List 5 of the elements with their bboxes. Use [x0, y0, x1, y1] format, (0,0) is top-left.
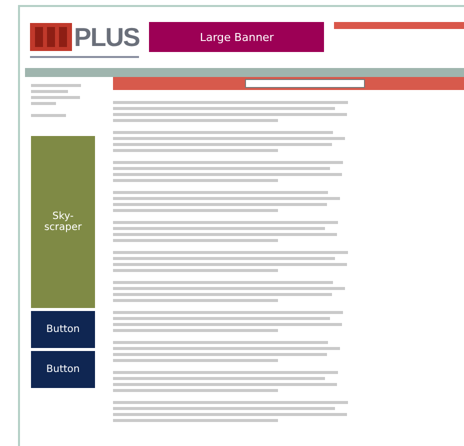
skyscraper-ad: Sky-scraper: [31, 136, 95, 308]
ad-button[interactable]: Button: [31, 351, 95, 388]
ad-button[interactable]: Button: [31, 311, 95, 348]
logo-text: PLUS: [74, 22, 140, 52]
large-banner: Large Banner: [149, 22, 324, 52]
